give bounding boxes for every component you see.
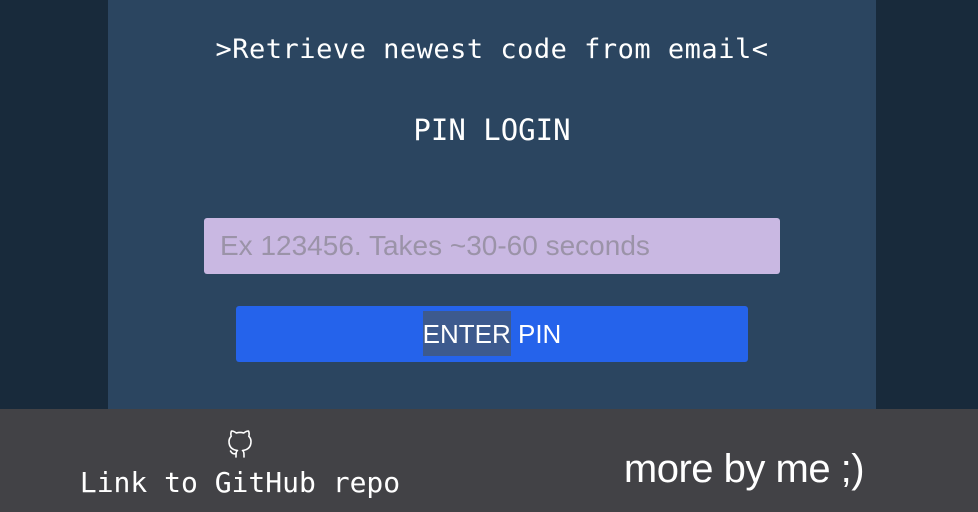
page-title: PIN LOGIN [413, 113, 571, 147]
login-panel: >Retrieve newest code from email< PIN LO… [108, 0, 876, 409]
pin-input[interactable] [204, 218, 780, 274]
login-instruction: >Retrieve newest code from email< [215, 34, 769, 65]
github-link-label: Link to GitHub repo [79, 466, 401, 499]
footer: Link to GitHub repo more by me ;) [0, 409, 978, 512]
enter-pin-button[interactable]: ENTER PIN [236, 306, 748, 362]
more-by-me-link[interactable]: more by me ;) [560, 445, 928, 493]
enter-pin-button-label: PIN [510, 319, 562, 349]
github-repo-link[interactable]: Link to GitHub repo [50, 423, 430, 509]
enter-pin-button-label-selected: ENTER [422, 311, 511, 356]
github-icon [225, 426, 255, 460]
page: >Retrieve newest code from email< PIN LO… [0, 0, 978, 512]
